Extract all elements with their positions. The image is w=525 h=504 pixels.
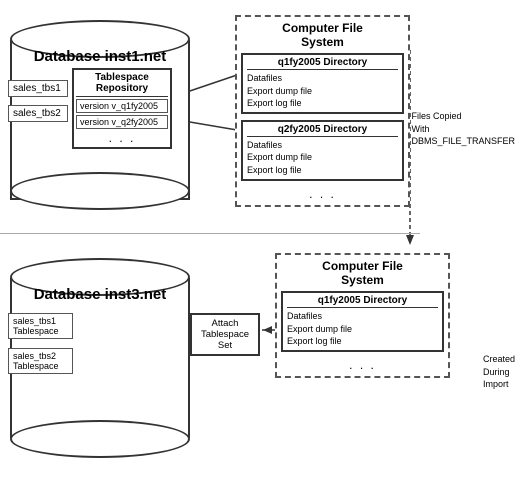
cfs-bottom: Computer File System q1fy2005 Directory … <box>275 253 450 378</box>
cylinder-ellipse-bottom-bot <box>10 420 190 458</box>
section-divider <box>0 233 420 234</box>
cfs-top-title: Computer File System <box>241 21 404 49</box>
dir-q1fy2005-bot-item1: Datafiles <box>287 310 438 323</box>
dir-q1fy2005-bot-item2: Export dump file <box>287 323 438 336</box>
bottom-section: Database inst3.net sales_tbs1 Tablespace… <box>0 248 520 498</box>
dir-q1fy2005-bot: q1fy2005 Directory Datafiles Export dump… <box>281 291 444 352</box>
repo-dots: . . . <box>76 131 168 145</box>
cfs-top: Computer File System q1fy2005 Directory … <box>235 15 410 207</box>
created-during-import-label: Created During Import <box>483 353 515 391</box>
dir-q1fy2005-top-title: q1fy2005 Directory <box>247 57 398 70</box>
cfs-bot-title: Computer File System <box>281 259 444 287</box>
db-inst1-title: Database inst1.net <box>10 48 190 65</box>
cfs-top-dots: . . . <box>241 187 404 201</box>
dir-q1fy2005-top-item3: Export log file <box>247 97 398 110</box>
diagram: Database inst1.net sales_tbs1 sales_tbs2… <box>0 0 525 504</box>
tbs2-bot-label: sales_tbs2 Tablespace <box>8 348 73 374</box>
top-section: Database inst1.net sales_tbs1 sales_tbs2… <box>0 10 520 230</box>
repo-version2: version v_q2fy2005 <box>76 115 168 129</box>
dir-q1fy2005-bot-title: q1fy2005 Directory <box>287 295 438 308</box>
repo-title: Tablespace Repository <box>76 72 168 97</box>
dir-q1fy2005-bot-item3: Export log file <box>287 335 438 348</box>
dir-q2fy2005-top-item3: Export log file <box>247 164 398 177</box>
cfs-bot-dots: . . . <box>281 358 444 372</box>
attach-tablespace-set-box: Attach Tablespace Set <box>190 313 260 356</box>
dir-q2fy2005-top-title: q2fy2005 Directory <box>247 124 398 137</box>
dir-q1fy2005-top-item1: Datafiles <box>247 72 398 85</box>
tablespace-repository-top: Tablespace Repository version v_q1fy2005… <box>72 68 172 149</box>
cylinder-ellipse-bottom <box>10 172 190 210</box>
tbs2-top-label: sales_tbs2 <box>8 105 68 122</box>
dir-q1fy2005-top: q1fy2005 Directory Datafiles Export dump… <box>241 53 404 114</box>
dir-q2fy2005-top-item2: Export dump file <box>247 151 398 164</box>
repo-version1: version v_q1fy2005 <box>76 99 168 113</box>
tbs1-top-label: sales_tbs1 <box>8 80 68 97</box>
tbs1-bot-label: sales_tbs1 Tablespace <box>8 313 73 339</box>
files-copied-label: Files Copied With DBMS_FILE_TRANSFER <box>411 110 515 148</box>
dir-q2fy2005-top-item1: Datafiles <box>247 139 398 152</box>
db-inst3-title: Database inst3.net <box>10 286 190 303</box>
dir-q1fy2005-top-item2: Export dump file <box>247 85 398 98</box>
dir-q2fy2005-top: q2fy2005 Directory Datafiles Export dump… <box>241 120 404 181</box>
